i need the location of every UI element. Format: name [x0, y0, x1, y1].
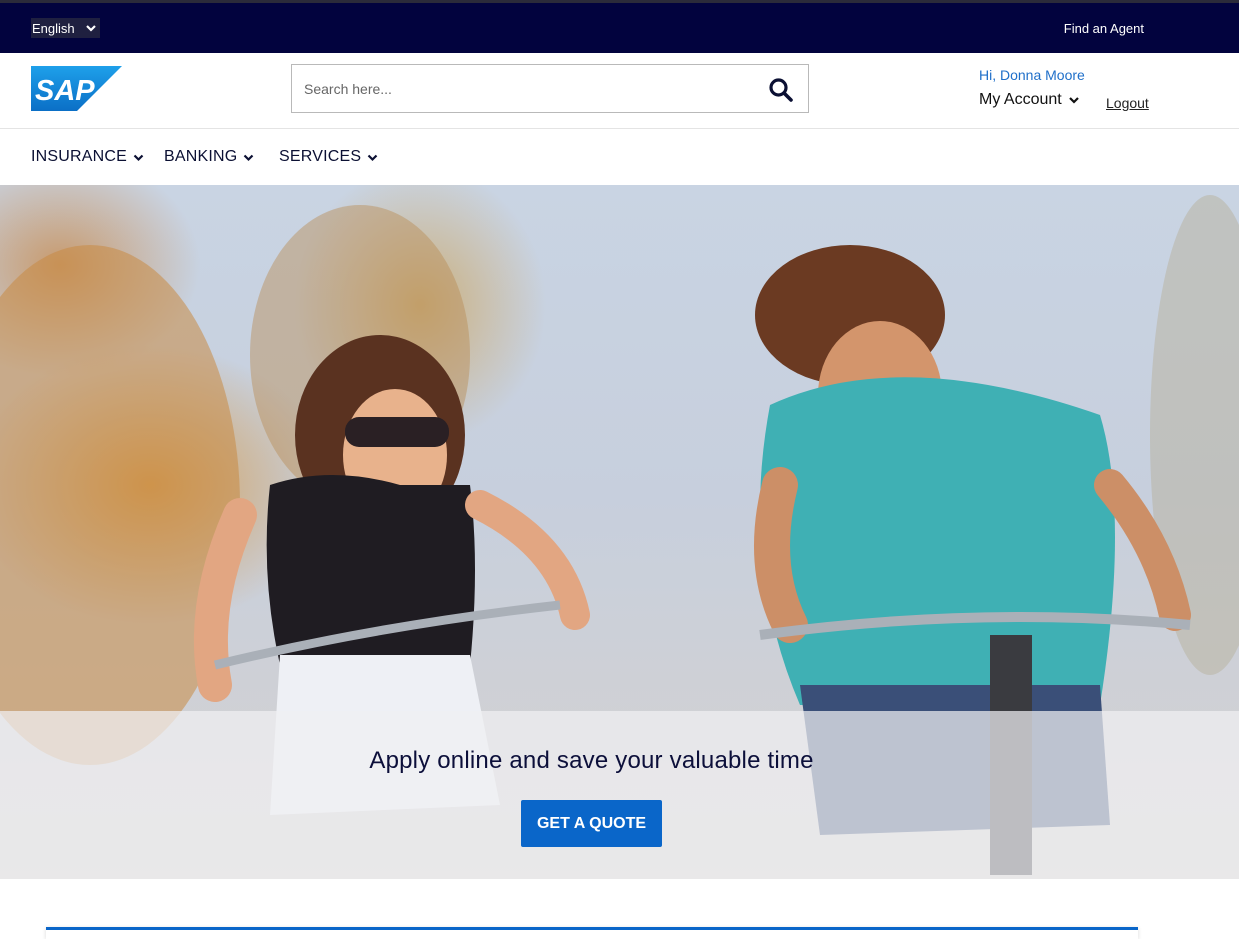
nav-item-label: SERVICES	[279, 148, 362, 165]
language-select[interactable]: English	[31, 18, 100, 38]
language-select-value: English	[32, 20, 75, 36]
nav-item-insurance[interactable]: INSURANCE	[31, 148, 144, 166]
chevron-down-icon	[133, 154, 144, 161]
top-bar: English Find an Agent	[0, 0, 1239, 53]
find-an-agent-link[interactable]: Find an Agent	[1064, 21, 1144, 36]
header: SAP Hi, Donna Moore My Account Logout	[0, 53, 1239, 129]
logout-link[interactable]: Logout	[1106, 95, 1149, 111]
chevron-down-icon	[367, 154, 378, 161]
hero-banner: Apply online and save your valuable time…	[0, 185, 1239, 879]
get-a-quote-button[interactable]: GET A QUOTE	[521, 800, 662, 847]
hero-overlay	[0, 711, 1239, 879]
user-greeting: Hi, Donna Moore	[979, 67, 1085, 83]
content-card	[46, 927, 1138, 939]
nav-item-label: BANKING	[164, 148, 238, 165]
search-icon[interactable]	[768, 77, 794, 103]
nav-item-label: INSURANCE	[31, 148, 128, 165]
chevron-down-icon	[1068, 97, 1079, 104]
nav-item-services[interactable]: SERVICES	[279, 148, 378, 166]
search-input[interactable]	[304, 77, 744, 101]
main-nav: INSURANCE BANKING SERVICES	[0, 129, 1239, 185]
my-account-label: My Account	[979, 91, 1062, 108]
search-box	[291, 64, 809, 113]
logo-text: SAP	[35, 75, 95, 107]
chevron-down-icon	[85, 25, 96, 32]
nav-item-banking[interactable]: BANKING	[164, 148, 254, 166]
sap-logo[interactable]: SAP	[31, 66, 122, 111]
my-account-menu[interactable]: My Account	[979, 91, 1080, 109]
hero-title: Apply online and save your valuable time	[369, 747, 814, 774]
chevron-down-icon	[244, 154, 254, 161]
